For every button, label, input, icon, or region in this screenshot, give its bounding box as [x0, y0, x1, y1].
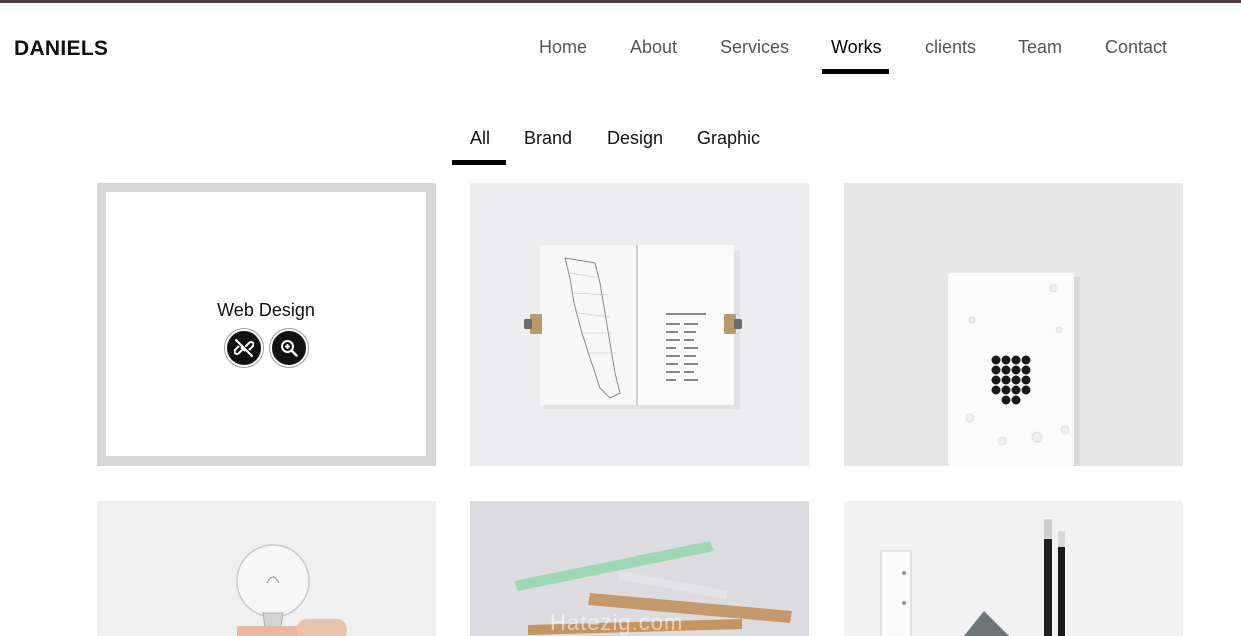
nav-services[interactable]: Services [720, 37, 789, 58]
nav-team[interactable]: Team [1018, 37, 1062, 58]
watermark: Hatezig.com [550, 610, 684, 635]
unlink-icon[interactable] [225, 329, 263, 367]
zoom-in-icon[interactable] [270, 329, 308, 367]
filter-brand[interactable]: Brand [524, 128, 572, 149]
portfolio-item-web-design[interactable]: Web Design [97, 183, 436, 466]
filter-design[interactable]: Design [607, 128, 663, 149]
filter-active-indicator [452, 160, 506, 165]
main-nav: Home About Services Works clients Team C… [0, 0, 1241, 80]
portfolio-item-lightbulb[interactable] [97, 501, 436, 636]
portfolio-item-notebook[interactable] [470, 183, 809, 466]
filter-graphic[interactable]: Graphic [697, 128, 760, 149]
portfolio-item-card[interactable] [844, 183, 1183, 466]
portfolio-item-title: Web Design [217, 300, 315, 320]
nav-clients[interactable]: clients [925, 37, 976, 58]
portfolio-item-stationery[interactable] [844, 501, 1183, 636]
filter-all[interactable]: All [470, 128, 490, 149]
nav-active-indicator [822, 69, 889, 74]
notebook-image [470, 183, 809, 466]
nav-works[interactable]: Works [831, 37, 882, 58]
nav-contact[interactable]: Contact [1105, 37, 1167, 58]
lightbulb-image [97, 501, 436, 636]
nav-home[interactable]: Home [539, 37, 587, 58]
nav-about[interactable]: About [630, 37, 677, 58]
stationery-image [844, 501, 1183, 636]
portfolio-item-overlay: Web Design [106, 192, 426, 456]
card-image [844, 183, 1183, 466]
